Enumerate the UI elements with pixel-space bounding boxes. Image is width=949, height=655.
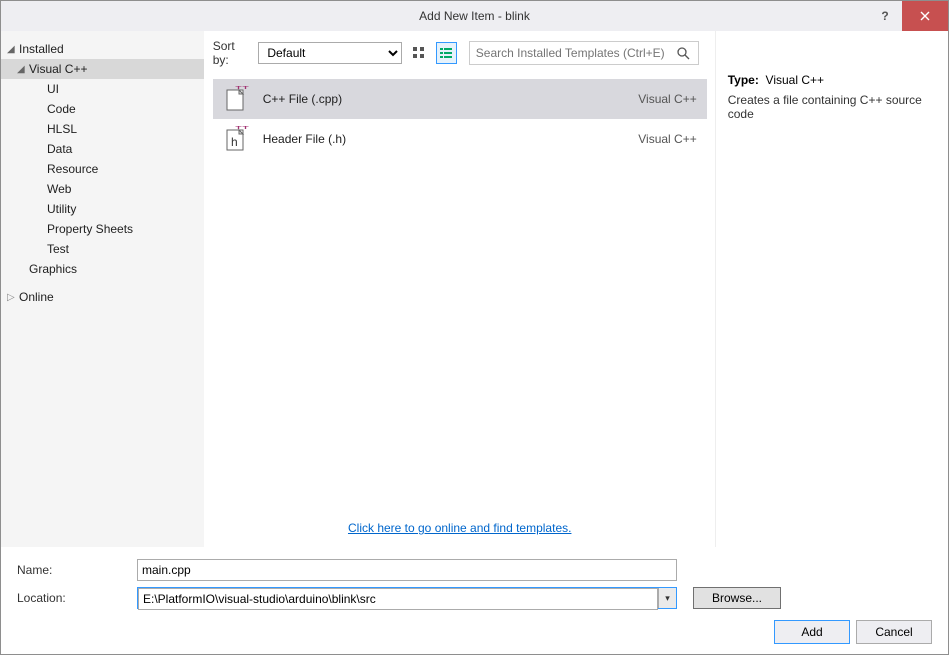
list-icon (439, 46, 453, 60)
svg-text:h: h (231, 135, 238, 149)
tree-item-data[interactable]: Data (1, 139, 204, 159)
toolbar: Sort by: Default (205, 39, 715, 75)
location-label: Location: (17, 591, 127, 605)
browse-button[interactable]: Browse... (693, 587, 781, 609)
tree-online[interactable]: ▷ Online (1, 287, 204, 307)
chevron-right-icon: ▷ (7, 292, 19, 303)
tree-item-code[interactable]: Code (1, 99, 204, 119)
view-list-button[interactable] (436, 42, 457, 64)
cpp-file-icon: ++ (223, 86, 249, 112)
help-button[interactable]: ? (868, 1, 902, 31)
sort-dropdown[interactable]: Default (258, 42, 402, 64)
template-name: C++ File (.cpp) (263, 92, 625, 106)
tree-item-graphics[interactable]: Graphics (1, 259, 204, 279)
view-tiles-button[interactable] (408, 42, 429, 64)
template-name: Header File (.h) (263, 132, 625, 146)
template-item-cpp-file[interactable]: ++ C++ File (.cpp) Visual C++ (213, 79, 707, 119)
template-item-header-file[interactable]: ++ h Header File (.h) Visual C++ (213, 119, 707, 159)
template-tree: ◢ Installed ◢ Visual C++ UI Code HLSL Da… (1, 31, 205, 547)
online-templates-link[interactable]: Click here to go online and find templat… (348, 521, 571, 535)
tree-item-utility[interactable]: Utility (1, 199, 204, 219)
type-label: Type: (728, 73, 759, 87)
tree-item-web[interactable]: Web (1, 179, 204, 199)
tree-installed-label: Installed (19, 42, 64, 56)
name-label: Name: (17, 563, 127, 577)
cancel-button[interactable]: Cancel (856, 620, 932, 644)
close-button[interactable] (902, 1, 948, 31)
close-icon (920, 11, 930, 21)
tree-item-property-sheets[interactable]: Property Sheets (1, 219, 204, 239)
main-area: ◢ Installed ◢ Visual C++ UI Code HLSL Da… (1, 31, 948, 547)
location-combo[interactable]: ▾ (137, 587, 677, 609)
tree-visual-cpp-label: Visual C++ (29, 62, 87, 76)
tree-installed[interactable]: ◢ Installed (1, 39, 204, 59)
tree-item-test[interactable]: Test (1, 239, 204, 259)
tree-item-resource[interactable]: Resource (1, 159, 204, 179)
window-title: Add New Item - blink (1, 9, 948, 23)
center-column: Sort by: Default ++ (205, 31, 715, 547)
info-panel: Type: Visual C++ Creates a file containi… (715, 31, 948, 547)
tiles-icon (412, 46, 426, 60)
svg-text:++: ++ (235, 86, 249, 93)
chevron-down-icon: ◢ (7, 44, 19, 55)
search-box[interactable] (469, 41, 699, 65)
header-file-icon: ++ h (223, 126, 249, 152)
location-input[interactable] (138, 588, 658, 610)
template-lang: Visual C++ (638, 132, 696, 146)
chevron-down-icon: ◢ (17, 64, 29, 75)
type-description: Creates a file containing C++ source cod… (728, 93, 936, 121)
sort-label: Sort by: (213, 39, 253, 67)
svg-text:++: ++ (235, 126, 249, 133)
template-list: ++ C++ File (.cpp) Visual C++ ++ h Header… (205, 75, 715, 509)
tree-item-hlsl[interactable]: HLSL (1, 119, 204, 139)
name-input[interactable] (137, 559, 677, 581)
tree-online-label: Online (19, 290, 54, 304)
add-button[interactable]: Add (774, 620, 850, 644)
tree-item-ui[interactable]: UI (1, 79, 204, 99)
type-value: Visual C++ (766, 73, 824, 87)
search-input[interactable] (470, 46, 676, 60)
bottom-form: Name: Location: ▾ Browse... Add Cancel (1, 547, 948, 654)
tree-visual-cpp[interactable]: ◢ Visual C++ (1, 59, 204, 79)
titlebar: Add New Item - blink ? (1, 1, 948, 31)
search-icon[interactable] (676, 46, 698, 60)
location-dropdown-button[interactable]: ▾ (658, 588, 676, 608)
template-lang: Visual C++ (638, 92, 696, 106)
online-templates-link-row: Click here to go online and find templat… (205, 509, 715, 547)
